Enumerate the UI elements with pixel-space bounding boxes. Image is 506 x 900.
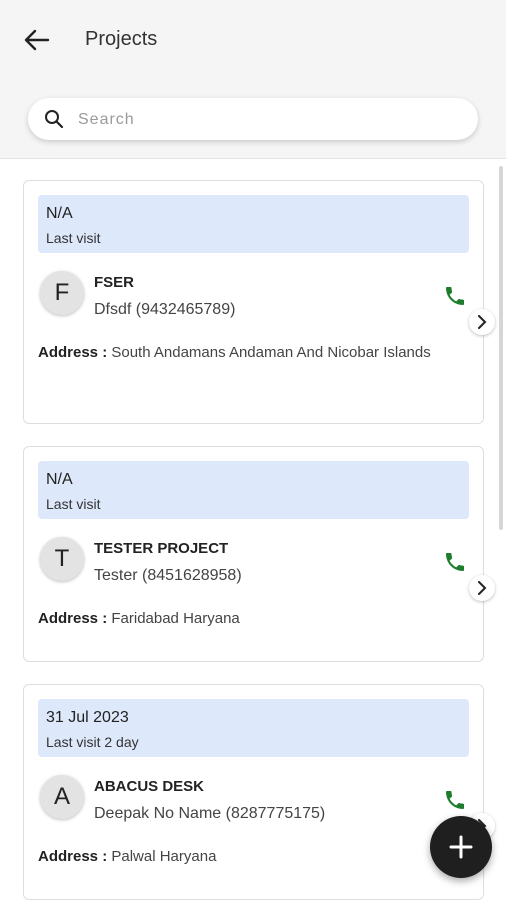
project-card[interactable]: 31 Jul 2023 Last visit 2 day A ABACUS DE… <box>23 684 495 900</box>
company-name: FSER <box>94 274 135 291</box>
open-details-button[interactable] <box>469 575 495 601</box>
address: Address : Faridabad Haryana <box>38 605 438 633</box>
address-label: Address : <box>38 344 108 361</box>
visit-label: Last visit <box>46 230 101 246</box>
app-header: Projects <box>0 0 506 159</box>
contact-info: Deepak No Name (8287775175) <box>94 805 326 822</box>
page-title: Projects <box>85 28 158 50</box>
contact-info: Tester (8451628958) <box>94 567 242 584</box>
address-label: Address : <box>38 848 108 865</box>
avatar: A <box>40 775 84 819</box>
search-input[interactable] <box>76 98 470 142</box>
last-visit-box: N/A Last visit <box>38 195 469 253</box>
visit-label: Last visit <box>46 496 101 512</box>
address: Address : South Andamans Andaman And Nic… <box>38 339 438 367</box>
address-value: Palwal Haryana <box>111 848 217 865</box>
company-name: TESTER PROJECT <box>94 540 229 557</box>
add-project-button[interactable] <box>430 816 492 878</box>
project-card[interactable]: N/A Last visit T TESTER PROJECT Tester (… <box>23 446 495 662</box>
chevron-right-icon <box>478 315 487 329</box>
search-bar[interactable] <box>28 98 478 142</box>
scrollbar[interactable] <box>499 166 503 530</box>
avatar: F <box>40 271 84 315</box>
visit-date: N/A <box>46 205 73 222</box>
address-value: Faridabad Haryana <box>111 610 240 627</box>
last-visit-box: 31 Jul 2023 Last visit 2 day <box>38 699 469 757</box>
phone-icon[interactable] <box>443 284 467 308</box>
visit-date: 31 Jul 2023 <box>46 709 129 726</box>
arrow-left-icon <box>24 29 50 51</box>
last-visit-box: N/A Last visit <box>38 461 469 519</box>
visit-date: N/A <box>46 471 73 488</box>
address-value: South Andamans Andaman And Nicobar Islan… <box>111 344 431 361</box>
phone-icon[interactable] <box>443 788 467 812</box>
plus-icon <box>449 835 473 859</box>
open-details-button[interactable] <box>469 309 495 335</box>
phone-icon[interactable] <box>443 550 467 574</box>
visit-label: Last visit 2 day <box>46 734 139 750</box>
address-label: Address : <box>38 610 108 627</box>
address: Address : Palwal Haryana <box>38 843 438 871</box>
contact-info: Dfsdf (9432465789) <box>94 301 236 318</box>
project-list[interactable]: N/A Last visit F FSER Dfsdf (9432465789)… <box>0 159 506 900</box>
project-card[interactable]: N/A Last visit F FSER Dfsdf (9432465789)… <box>23 180 495 424</box>
search-icon <box>45 110 64 129</box>
chevron-right-icon <box>478 581 487 595</box>
company-name: ABACUS DESK <box>94 778 205 795</box>
avatar: T <box>40 537 84 581</box>
back-button[interactable] <box>20 24 54 56</box>
